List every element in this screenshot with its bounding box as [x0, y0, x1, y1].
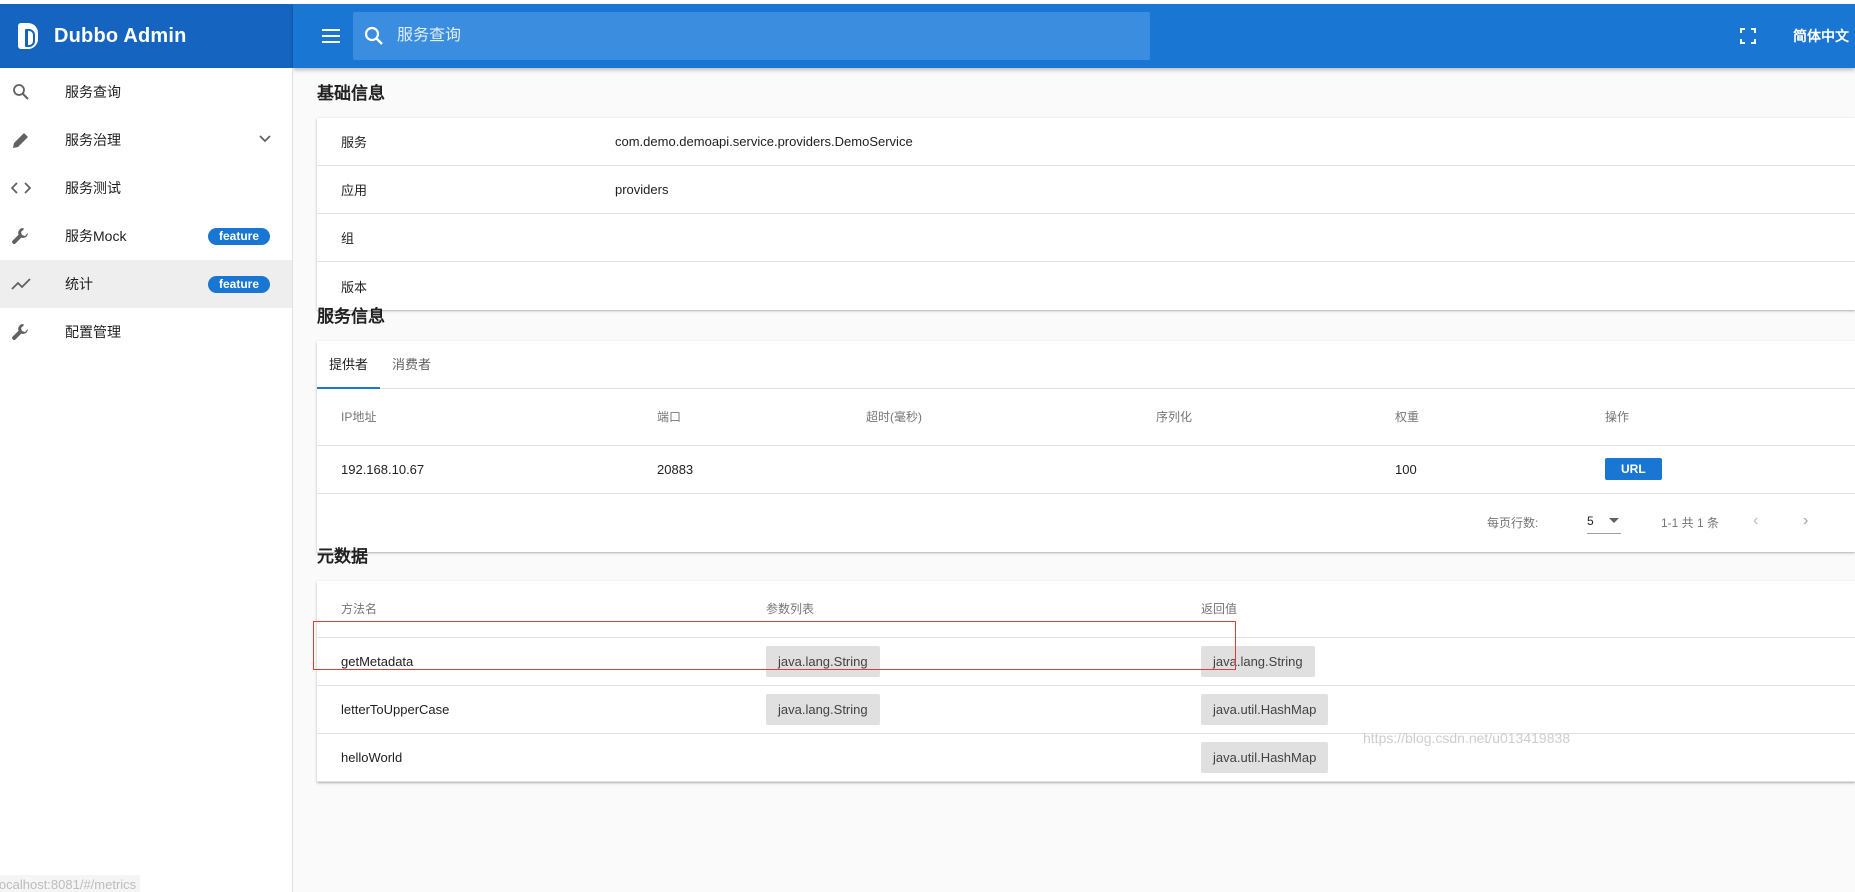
- sidebar-item-service-test[interactable]: 服务测试: [0, 164, 292, 212]
- cell-port: 20883: [633, 445, 842, 494]
- info-label: 应用: [341, 183, 368, 198]
- toolbar: 简体中文: [293, 4, 1855, 68]
- rows-per-page-select[interactable]: 5: [1587, 508, 1621, 534]
- app-title: Dubbo Admin: [54, 24, 187, 47]
- metadata-card: 方法名 参数列表 返回值 getMetadata java.lang.Strin…: [317, 581, 1855, 782]
- basic-info-card: 服务 com.demo.demoapi.service.providers.De…: [317, 118, 1855, 310]
- table-row: 192.168.10.67 20883 100 URL: [317, 445, 1855, 494]
- info-row-version: 版本: [317, 262, 1855, 310]
- cell-weight: 100: [1371, 445, 1581, 494]
- code-icon: [10, 177, 32, 199]
- cell-serialization: [1132, 445, 1371, 494]
- fullscreen-icon[interactable]: [1740, 28, 1756, 44]
- info-label: 组: [341, 231, 355, 246]
- cell-timeout: [842, 445, 1132, 494]
- sidebar-item-label: 配置管理: [65, 324, 121, 340]
- param-chip: java.lang.String: [766, 645, 880, 677]
- param-chip: java.lang.String: [766, 693, 880, 725]
- cell-returns: java.util.HashMap: [1177, 685, 1855, 734]
- return-chip: java.util.HashMap: [1201, 693, 1329, 725]
- dubbo-logo-icon: [18, 23, 38, 49]
- info-value: providers: [615, 182, 669, 197]
- status-bar-url: localhost:8081/#/metrics: [0, 875, 141, 892]
- metadata-title: 元数据: [317, 547, 368, 566]
- info-label: 版本: [341, 279, 368, 295]
- rows-per-page-label: 每页行数:: [1487, 515, 1539, 530]
- sidebar-item-service-governance[interactable]: 服务治理: [0, 116, 292, 164]
- tab-providers[interactable]: 提供者: [317, 341, 381, 389]
- feature-badge: feature: [208, 228, 271, 245]
- cell-method: helloWorld: [317, 733, 742, 782]
- column-header[interactable]: 参数列表: [742, 581, 1177, 638]
- cell-ip: 192.168.10.67: [317, 445, 633, 494]
- column-header[interactable]: 操作: [1581, 389, 1855, 446]
- column-header[interactable]: 权重: [1371, 389, 1581, 446]
- service-info-title: 服务信息: [317, 307, 385, 326]
- info-label: 服务: [341, 135, 368, 150]
- column-header[interactable]: 超时(毫秒): [842, 389, 1132, 446]
- trending-icon: [10, 273, 32, 295]
- cell-action: URL: [1581, 445, 1855, 494]
- return-chip: java.lang.String: [1201, 645, 1315, 677]
- tab-consumers[interactable]: 消费者: [380, 341, 443, 388]
- watermark: https://blog.csdn.net/u013419838: [1363, 730, 1571, 746]
- info-row-group: 组: [317, 214, 1855, 262]
- prev-page-icon[interactable]: ‹: [1753, 512, 1758, 530]
- chevron-down-icon[interactable]: [258, 132, 272, 151]
- sidebar-item-label: 统计: [65, 276, 93, 292]
- column-header[interactable]: 端口: [633, 389, 842, 446]
- providers-table: IP地址 端口 超时(毫秒) 序列化 权重 操作 192.168.10.67 2…: [317, 389, 1855, 494]
- cell-returns: java.lang.String: [1177, 637, 1855, 686]
- brand[interactable]: Dubbo Admin: [0, 4, 293, 68]
- rows-per-page-value: 5: [1587, 513, 1594, 528]
- next-page-icon[interactable]: ›: [1803, 512, 1808, 530]
- sidebar-item-label: 服务治理: [65, 132, 121, 148]
- column-header[interactable]: 序列化: [1132, 389, 1371, 446]
- info-row-application: 应用 providers: [317, 166, 1855, 214]
- sidebar-item-label: 服务查询: [65, 84, 121, 100]
- main-content: 基础信息 服务 com.demo.demoapi.service.provide…: [293, 68, 1855, 892]
- pencil-icon: [10, 129, 32, 151]
- column-header[interactable]: IP地址: [317, 389, 633, 446]
- sidebar-item-label: 服务测试: [65, 180, 121, 196]
- url-button[interactable]: URL: [1605, 458, 1662, 480]
- menu-icon[interactable]: [319, 24, 343, 48]
- sidebar: 服务查询 服务治理 服务测试 服务Mock feature 统计 feature: [0, 68, 293, 892]
- search-icon: [353, 12, 397, 60]
- provider-consumer-tabs: 提供者 消费者: [317, 341, 1855, 389]
- cell-params: java.lang.String: [742, 685, 1177, 734]
- return-chip: java.util.HashMap: [1201, 741, 1329, 773]
- table-row: helloWorld java.util.HashMap: [317, 733, 1855, 782]
- sidebar-item-config-management[interactable]: 配置管理: [0, 308, 292, 356]
- table-row: letterToUpperCase java.lang.String java.…: [317, 685, 1855, 734]
- cell-params: [742, 733, 1177, 782]
- wrench-icon: [10, 321, 32, 343]
- sidebar-item-statistics[interactable]: 统计 feature: [0, 260, 292, 308]
- search-input[interactable]: [397, 27, 1097, 45]
- wrench-icon: [10, 225, 32, 247]
- search-icon: [10, 81, 32, 103]
- metadata-table: 方法名 参数列表 返回值 getMetadata java.lang.Strin…: [317, 581, 1855, 782]
- feature-badge: feature: [208, 276, 271, 293]
- table-row: getMetadata java.lang.String java.lang.S…: [317, 637, 1855, 686]
- sidebar-item-service-query[interactable]: 服务查询: [0, 68, 292, 116]
- info-value: com.demo.demoapi.service.providers.DemoS…: [615, 134, 913, 149]
- cell-params: java.lang.String: [742, 637, 1177, 686]
- info-row-service: 服务 com.demo.demoapi.service.providers.De…: [317, 118, 1855, 166]
- pagination: 每页行数: 5 1-1 共 1 条 ‹ ›: [317, 494, 1855, 552]
- column-header[interactable]: 返回值: [1177, 581, 1855, 638]
- cell-method: letterToUpperCase: [317, 685, 742, 734]
- language-selector[interactable]: 简体中文: [1793, 26, 1849, 46]
- caret-down-icon: [1609, 517, 1619, 523]
- cell-method: getMetadata: [317, 637, 742, 686]
- service-info-card: 提供者 消费者 IP地址 端口 超时(毫秒) 序列化 权重 操作 192.168…: [317, 341, 1855, 552]
- column-header[interactable]: 方法名: [317, 581, 742, 638]
- basic-info-title: 基础信息: [317, 84, 385, 103]
- sidebar-item-service-mock[interactable]: 服务Mock feature: [0, 212, 292, 260]
- page-range: 1-1 共 1 条: [1661, 515, 1720, 530]
- sidebar-item-label: 服务Mock: [65, 228, 127, 244]
- search-box[interactable]: [353, 12, 1150, 60]
